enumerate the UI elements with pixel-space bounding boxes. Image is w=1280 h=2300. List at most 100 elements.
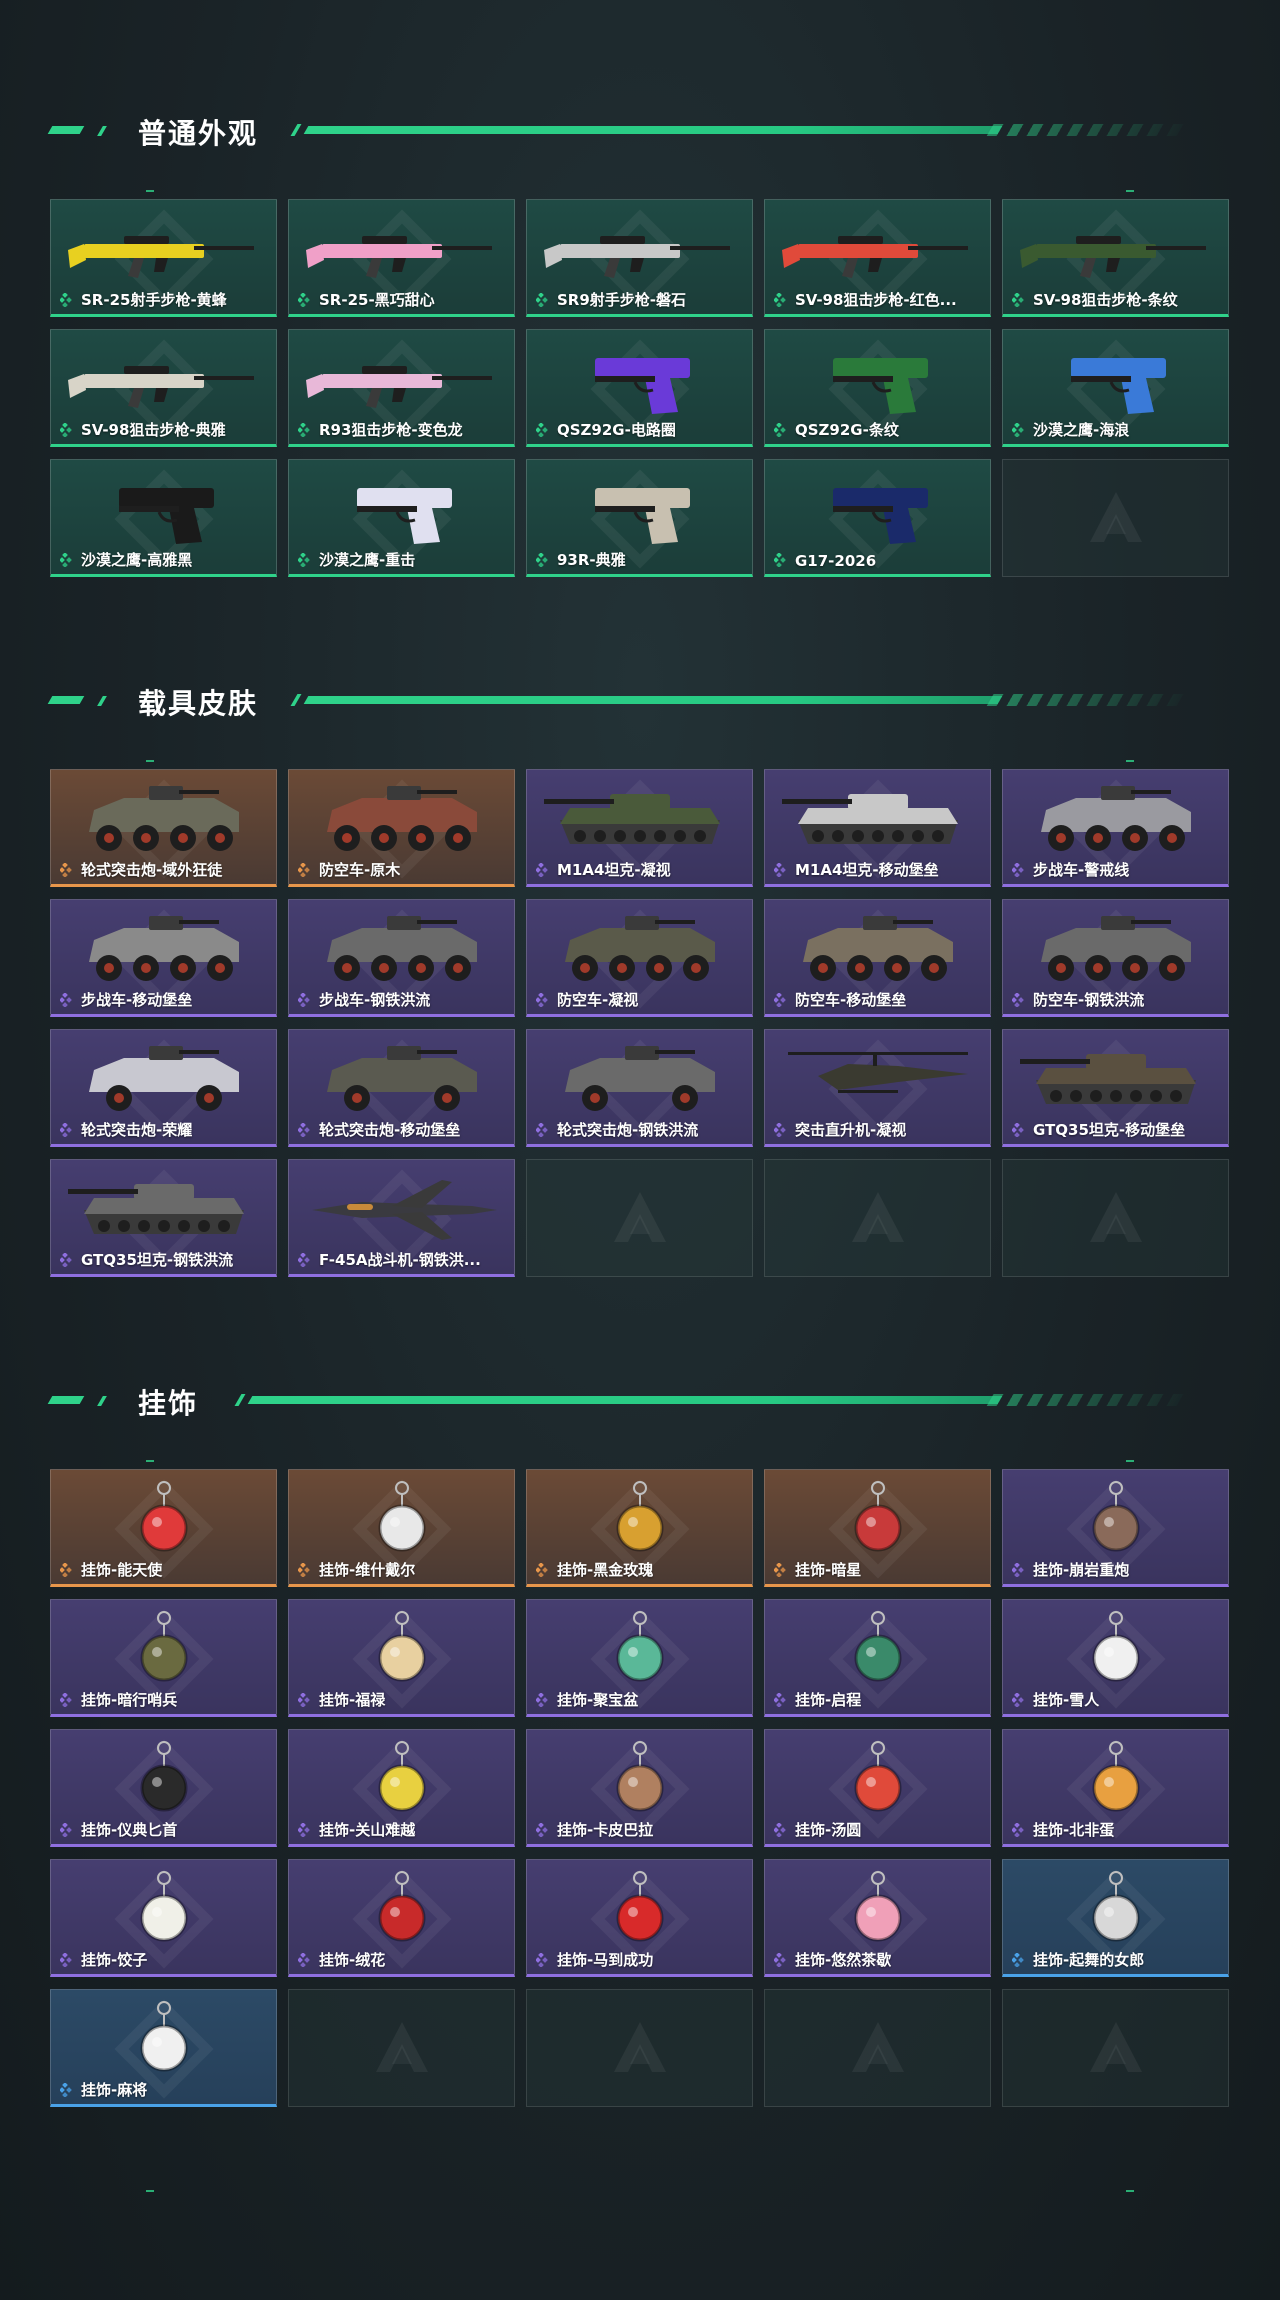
rarity-icon (535, 422, 550, 438)
item-card[interactable]: SR-25-黑巧甜心 (288, 199, 515, 317)
section-title: 挂饰 (138, 1387, 199, 1420)
item-card[interactable]: 挂饰-仪典匕首 (50, 1729, 277, 1847)
item-grid: 轮式突击炮-域外狂徒 防空车-原木 M1A4坦克-凝视 M1A4坦克-移动堡垒 步战车-… (50, 769, 1229, 1277)
item-card[interactable]: F-45A战斗机-钢铁洪... (288, 1159, 515, 1277)
item-label: 挂饰-关山难越 (319, 1821, 416, 1839)
item-label: SR-25射手步枪-黄蜂 (81, 291, 227, 309)
item-card[interactable]: 挂饰-悠然茶歇 (764, 1859, 991, 1977)
item-card[interactable]: 轮式突击炮-移动堡垒 (288, 1029, 515, 1147)
item-card[interactable]: 防空车-移动堡垒 (764, 899, 991, 1017)
item-card[interactable]: 轮式突击炮-荣耀 (50, 1029, 277, 1147)
item-card[interactable]: 突击直升机-凝视 (764, 1029, 991, 1147)
empty-slot (526, 1159, 753, 1277)
item-card[interactable]: 挂饰-暗星 (764, 1469, 991, 1587)
empty-slot (1002, 459, 1229, 577)
header-accent-bar (47, 1396, 85, 1404)
placeholder-logo-icon (848, 1188, 908, 1248)
vehicle-image (64, 780, 264, 864)
item-card[interactable]: QSZ92G-电路圈 (526, 329, 753, 447)
item-label: 轮式突击炮-移动堡垒 (319, 1121, 461, 1139)
item-card[interactable]: 挂饰-暗行哨兵 (50, 1599, 277, 1717)
item-card[interactable]: M1A4坦克-凝视 (526, 769, 753, 887)
item-card[interactable]: 步战车-警戒线 (1002, 769, 1229, 887)
rarity-icon (297, 1952, 312, 1968)
rarity-icon (297, 292, 312, 308)
item-card[interactable]: GTQ35坦克-钢铁洪流 (50, 1159, 277, 1277)
item-card[interactable]: 防空车-钢铁洪流 (1002, 899, 1229, 1017)
item-card[interactable]: 挂饰-黑金玫瑰 (526, 1469, 753, 1587)
item-label: 沙漠之鹰-重击 (319, 551, 416, 569)
item-card[interactable]: SV-98狙击步枪-条纹 (1002, 199, 1229, 317)
rarity-icon (59, 1692, 74, 1708)
rarity-icon (297, 1822, 312, 1838)
item-card[interactable]: QSZ92G-条纹 (764, 329, 991, 447)
item-card[interactable]: 轮式突击炮-钢铁洪流 (526, 1029, 753, 1147)
charm-image (64, 1480, 264, 1564)
item-label: M1A4坦克-凝视 (557, 861, 671, 879)
charm-image (540, 1480, 740, 1564)
item-card[interactable]: 挂饰-启程 (764, 1599, 991, 1717)
item-card[interactable]: 沙漠之鹰-重击 (288, 459, 515, 577)
item-card[interactable]: GTQ35坦克-移动堡垒 (1002, 1029, 1229, 1147)
item-label: R93狙击步枪-变色龙 (319, 421, 463, 439)
item-label: SV-98狙击步枪-红色... (795, 291, 957, 309)
placeholder-logo-icon (610, 2018, 670, 2078)
item-card[interactable]: 防空车-原木 (288, 769, 515, 887)
charm-image (540, 1740, 740, 1824)
item-card[interactable]: 防空车-凝视 (526, 899, 753, 1017)
item-card[interactable]: 挂饰-能天使 (50, 1469, 277, 1587)
item-card[interactable]: 93R-典雅 (526, 459, 753, 577)
empty-slot (288, 1989, 515, 2107)
item-card[interactable]: SV-98狙击步枪-红色... (764, 199, 991, 317)
item-label: 挂饰-能天使 (81, 1561, 163, 1579)
item-card[interactable]: SR9射手步枪-磐石 (526, 199, 753, 317)
item-card[interactable]: 挂饰-雪人 (1002, 1599, 1229, 1717)
rarity-icon (59, 1562, 74, 1578)
item-card[interactable]: 挂饰-卡皮巴拉 (526, 1729, 753, 1847)
item-card[interactable]: 挂饰-绒花 (288, 1859, 515, 1977)
placeholder-logo-icon (848, 2018, 908, 2078)
item-card[interactable]: 挂饰-聚宝盆 (526, 1599, 753, 1717)
item-label: 防空车-原木 (319, 861, 401, 879)
item-card[interactable]: 轮式突击炮-域外狂徒 (50, 769, 277, 887)
rarity-icon (535, 1952, 550, 1968)
item-card[interactable]: 挂饰-福禄 (288, 1599, 515, 1717)
charm-image (64, 1870, 264, 1954)
rarity-icon (773, 992, 788, 1008)
heli-image (778, 1040, 978, 1124)
item-card[interactable]: M1A4坦克-移动堡垒 (764, 769, 991, 887)
rarity-icon (59, 862, 74, 878)
item-card[interactable]: 沙漠之鹰-海浪 (1002, 329, 1229, 447)
item-label: SR9射手步枪-磐石 (557, 291, 687, 309)
item-card[interactable]: 挂饰-崩岩重炮 (1002, 1469, 1229, 1587)
item-card[interactable]: 挂饰-起舞的女郎 (1002, 1859, 1229, 1977)
item-label: 挂饰-马到成功 (557, 1951, 654, 1969)
item-card[interactable]: 挂饰-麻将 (50, 1989, 277, 2107)
item-card[interactable]: 挂饰-维什戴尔 (288, 1469, 515, 1587)
item-label: 挂饰-仪典匕首 (81, 1821, 178, 1839)
header-divider (290, 124, 1200, 136)
item-card[interactable]: G17-2026 (764, 459, 991, 577)
item-card[interactable]: 挂饰-关山难越 (288, 1729, 515, 1847)
item-card[interactable]: R93狙击步枪-变色龙 (288, 329, 515, 447)
rarity-icon (535, 1562, 550, 1578)
rarity-icon (535, 1122, 550, 1138)
item-card[interactable]: 沙漠之鹰-高雅黑 (50, 459, 277, 577)
header-accent-bar (47, 126, 85, 134)
vehicle-image (1016, 780, 1216, 864)
corner-mark (146, 760, 154, 762)
item-card[interactable]: 挂饰-马到成功 (526, 1859, 753, 1977)
item-card[interactable]: SV-98狙击步枪-典雅 (50, 329, 277, 447)
item-card[interactable]: 挂饰-北非蛋 (1002, 1729, 1229, 1847)
item-card[interactable]: 步战车-钢铁洪流 (288, 899, 515, 1017)
rarity-icon (773, 1562, 788, 1578)
rarity-icon (59, 1822, 74, 1838)
rarity-icon (773, 1822, 788, 1838)
item-card[interactable]: 挂饰-汤圆 (764, 1729, 991, 1847)
item-card[interactable]: 挂饰-饺子 (50, 1859, 277, 1977)
section-title: 载具皮肤 (138, 687, 259, 720)
item-card[interactable]: SR-25射手步枪-黄蜂 (50, 199, 277, 317)
item-card[interactable]: 步战车-移动堡垒 (50, 899, 277, 1017)
item-label: QSZ92G-条纹 (795, 421, 899, 439)
charm-image (64, 1740, 264, 1824)
